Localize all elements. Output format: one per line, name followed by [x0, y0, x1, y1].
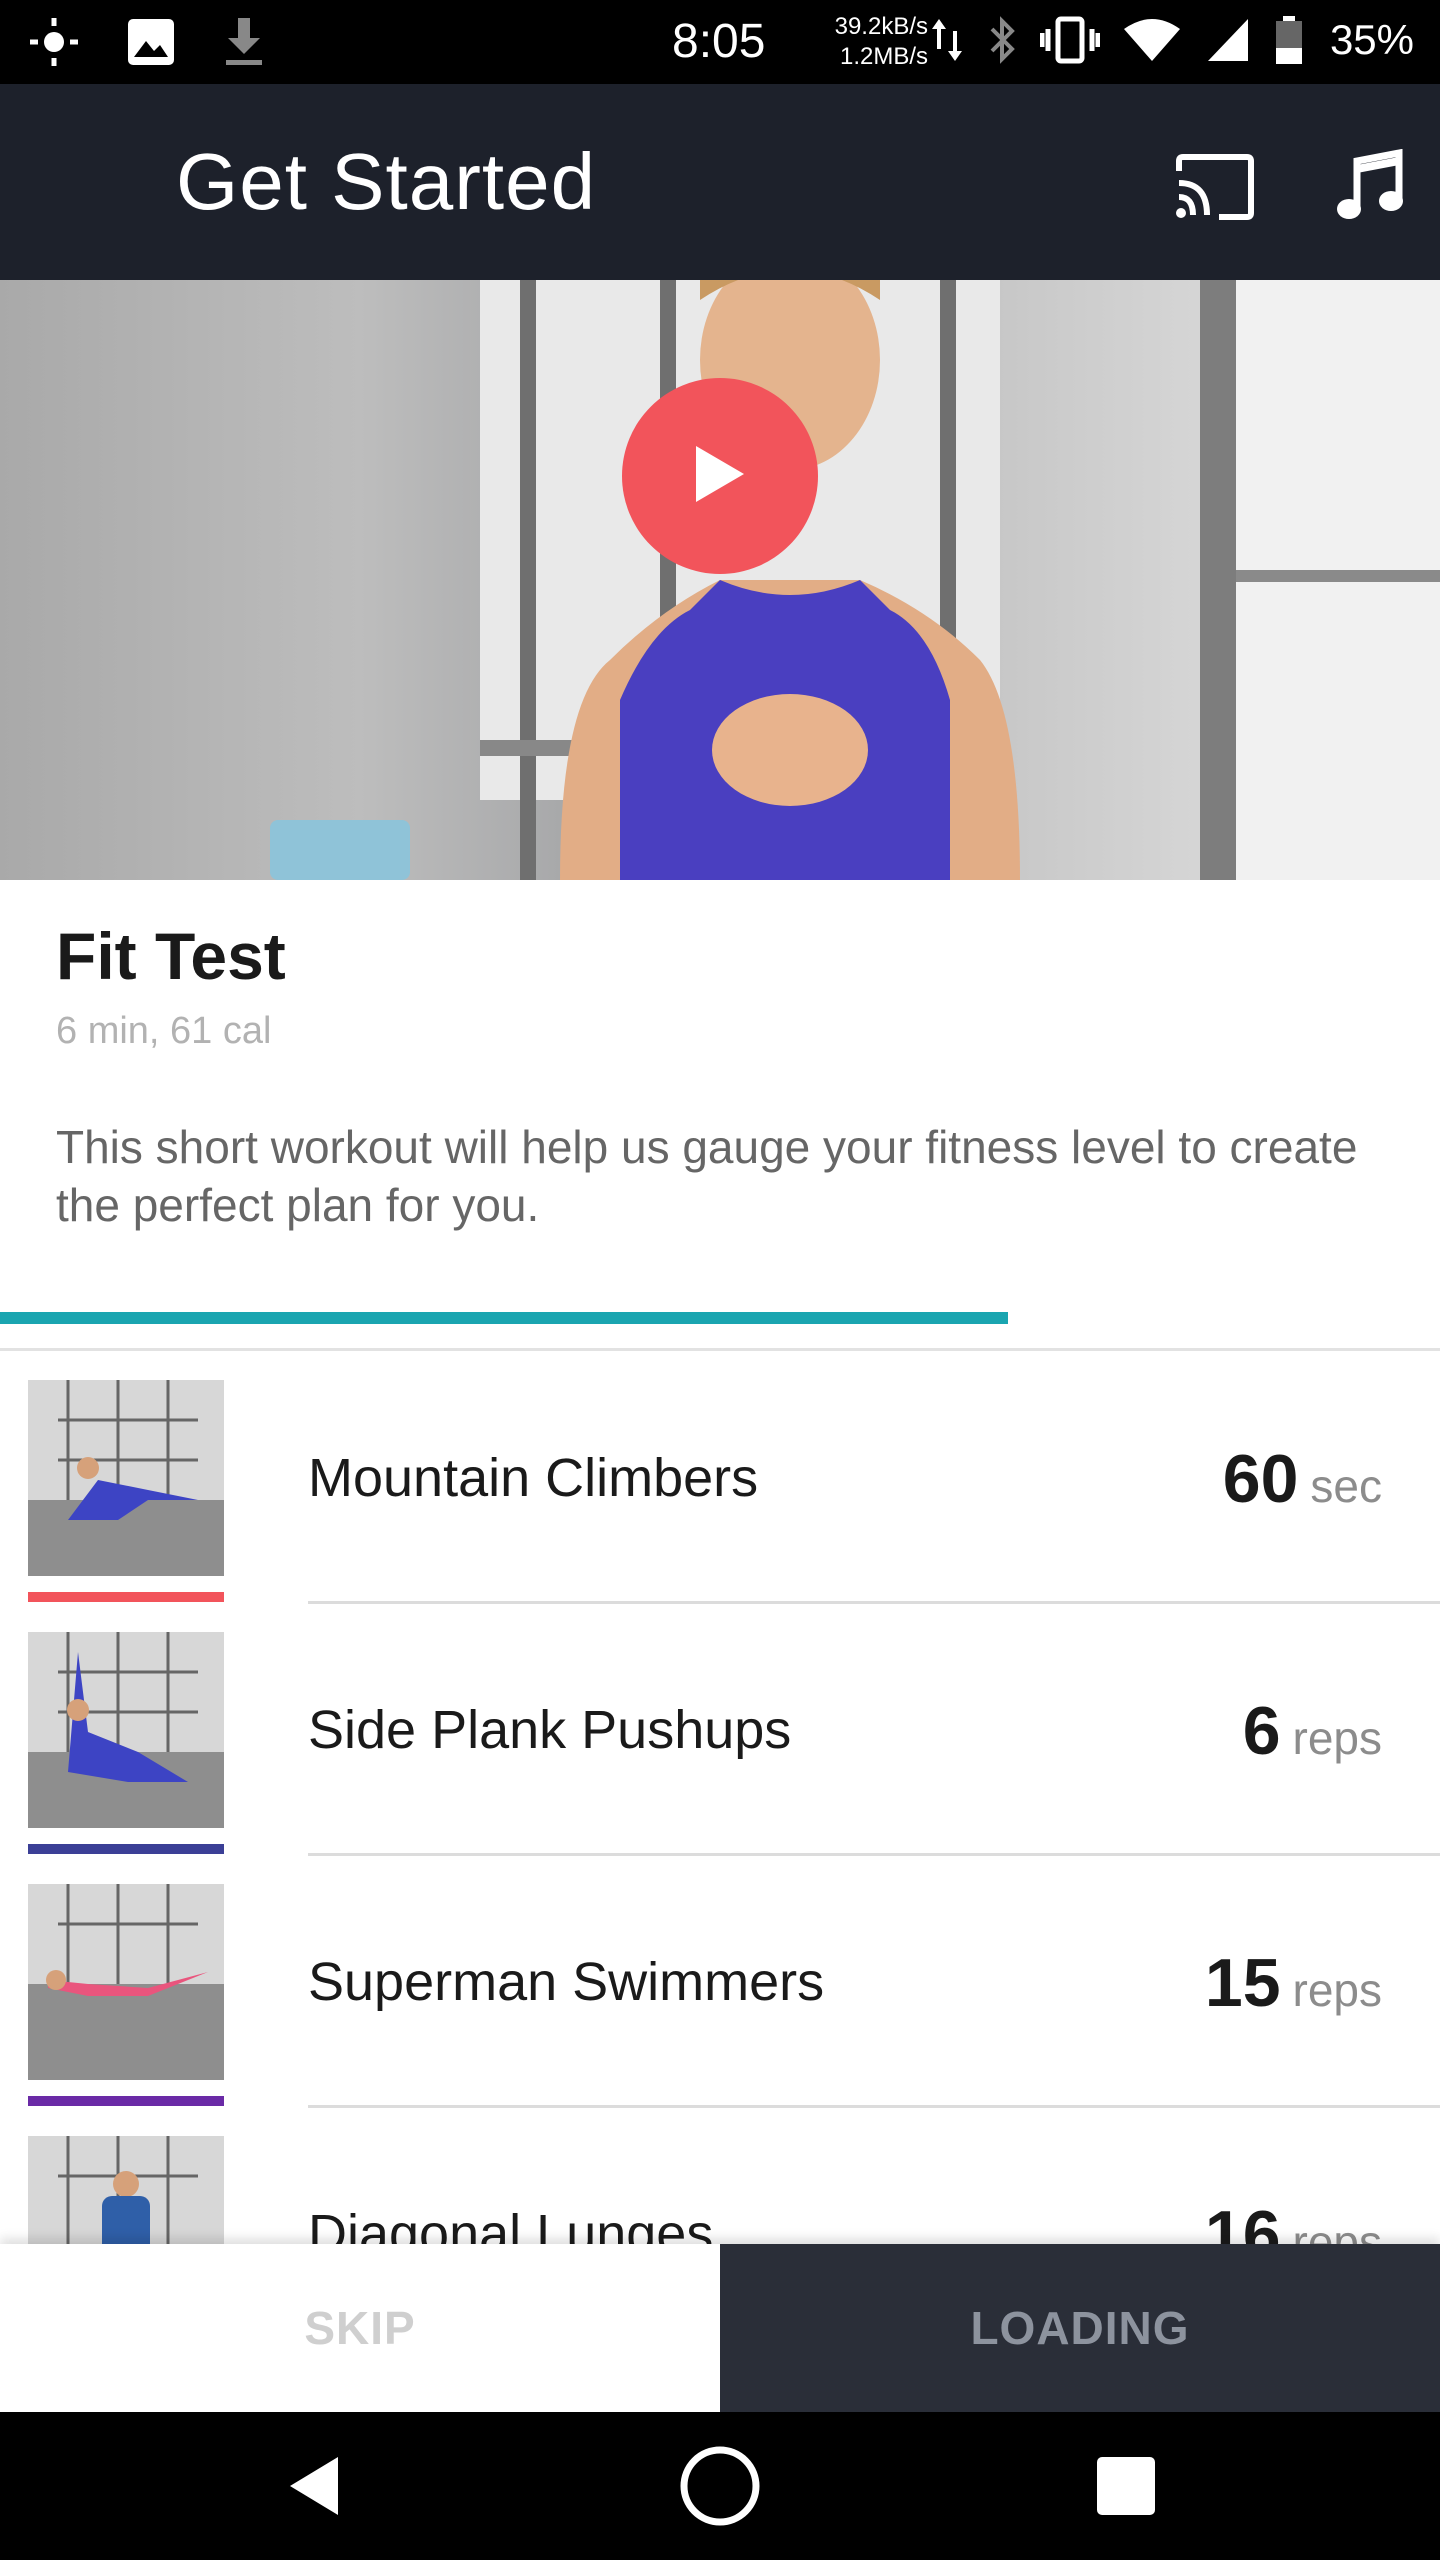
exercise-row[interactable]: Mountain Climbers 60 sec — [0, 1352, 1440, 1604]
battery-icon — [1274, 14, 1304, 71]
play-icon — [690, 442, 750, 511]
music-icon — [1335, 148, 1405, 230]
exercise-count: 15 — [1204, 1945, 1281, 2021]
music-button[interactable] — [1325, 144, 1415, 234]
workout-meta: 6 min, 61 cal — [56, 1010, 272, 1052]
cast-button[interactable] — [1170, 144, 1260, 234]
exercise-amount: 15 reps — [1205, 1944, 1382, 2022]
workout-video[interactable] — [0, 280, 1440, 880]
workout-title: Fit Test — [56, 919, 286, 993]
play-button[interactable] — [622, 378, 818, 574]
home-icon — [678, 2444, 762, 2533]
cast-icon — [1173, 153, 1257, 226]
exercise-name: Side Plank Pushups — [308, 1700, 792, 1760]
exercise-amount: 6 reps — [1243, 1692, 1382, 1770]
home-button[interactable] — [672, 2440, 768, 2536]
exercise-count: 60 — [1222, 1441, 1299, 1517]
clock: 8:05 — [672, 15, 766, 68]
exercise-thumbnail — [28, 1632, 224, 1828]
wifi-icon — [1122, 15, 1182, 70]
net-down-speed: 1.2MB/s — [839, 43, 928, 70]
network-speed: 39.2kB/s 1.2MB/s — [820, 12, 928, 72]
exercise-amount: 16 reps — [1205, 2196, 1382, 2244]
page-title: Get Started — [176, 137, 597, 226]
data-arrows-icon — [930, 15, 964, 70]
exercise-count: 6 — [1242, 1693, 1281, 1769]
location-icon — [28, 16, 80, 73]
bottom-action-bar: SKIP LOADING — [0, 2244, 1440, 2412]
exercise-row[interactable]: Diagonal Lunges 16 reps — [0, 2108, 1440, 2244]
download-icon — [222, 16, 266, 73]
skip-button[interactable]: SKIP — [0, 2244, 720, 2412]
exercise-unit: sec — [1310, 1460, 1382, 1512]
app-bar: Get Started — [0, 84, 1440, 280]
exercise-name: Mountain Climbers — [308, 1448, 759, 1508]
system-nav-bar — [0, 2412, 1440, 2560]
status-bar: 8:05 39.2kB/s 1.2MB/s 35% — [0, 0, 1440, 84]
exercise-count: 16 — [1204, 2197, 1281, 2244]
exercise-color-bar — [28, 1592, 224, 1602]
exercise-thumbnail — [28, 1380, 224, 1576]
signal-icon — [1204, 15, 1252, 70]
exercise-unit: reps — [1292, 1964, 1382, 2016]
net-up-speed: 39.2kB/s — [834, 13, 928, 40]
workout-description: This short workout will help us gauge yo… — [56, 1121, 1358, 1231]
exercise-thumbnail — [28, 1884, 224, 2080]
exercise-row[interactable]: Superman Swimmers 15 reps — [0, 1856, 1440, 2108]
workout-progress-bar — [0, 1312, 1440, 1324]
battery-percent: 35% — [1329, 16, 1414, 63]
exercise-list[interactable]: Mountain Climbers 60 sec Side Plank Push… — [0, 1352, 1440, 2244]
loading-button[interactable]: LOADING — [720, 2244, 1440, 2412]
exercise-name: Superman Swimmers — [308, 1952, 825, 2012]
image-icon — [126, 17, 176, 72]
recents-button[interactable] — [1078, 2440, 1174, 2536]
recents-icon — [1095, 2455, 1157, 2522]
exercise-row[interactable]: Side Plank Pushups 6 reps — [0, 1604, 1440, 1856]
vibrate-icon — [1039, 15, 1101, 70]
exercise-color-bar — [28, 1844, 224, 1854]
exercise-thumbnail — [28, 2136, 224, 2244]
exercise-amount: 60 sec — [1223, 1440, 1382, 1518]
exercise-name: Diagonal Lunges — [308, 2204, 714, 2244]
exercise-color-bar — [28, 2096, 224, 2106]
divider — [0, 1348, 1440, 1351]
back-icon — [284, 2453, 344, 2524]
back-button[interactable] — [266, 2440, 362, 2536]
bluetooth-icon — [986, 15, 1018, 70]
trainer-video-frame — [270, 280, 1440, 880]
exercise-unit: reps — [1292, 2216, 1382, 2244]
progress-fill — [0, 1312, 1008, 1324]
exercise-unit: reps — [1292, 1712, 1382, 1764]
